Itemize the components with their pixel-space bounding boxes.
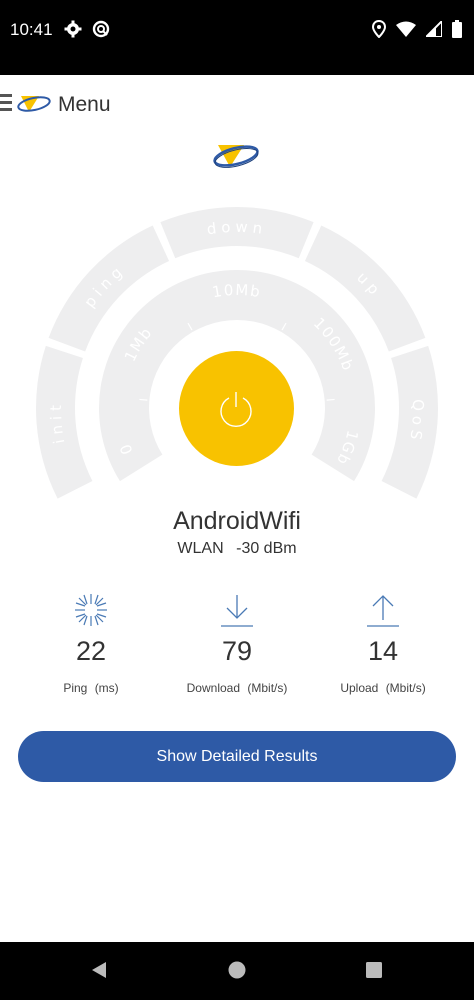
gauge-tick-3 <box>326 398 335 401</box>
app-logo-icon <box>17 96 51 112</box>
signal-icon <box>426 21 442 37</box>
ping-value: 22 <box>75 636 107 666</box>
app-header: Menu <box>0 75 474 135</box>
ping-label: Ping (ms) <box>11 681 171 695</box>
download-metric: 79 Download (Mbit/s) <box>157 590 317 695</box>
start-test-button[interactable] <box>179 351 294 466</box>
location-icon <box>372 20 386 38</box>
ping-burst-icon <box>75 594 107 626</box>
sync-icon <box>92 20 110 38</box>
upload-unit: (Mbit/s) <box>385 681 426 695</box>
upload-metric: 14 Upload (Mbit/s) <box>303 590 463 695</box>
menu-label[interactable]: Menu <box>58 93 111 117</box>
upload-label-text: Upload <box>340 681 379 695</box>
gear-icon <box>64 20 82 38</box>
download-unit: (Mbit/s) <box>247 681 288 695</box>
wifi-icon <box>396 21 416 37</box>
download-label-text: Download <box>186 681 241 695</box>
brand-logo-icon <box>213 145 259 168</box>
upload-arrow-icon <box>367 595 399 627</box>
hamburger-menu-icon[interactable] <box>0 94 12 112</box>
recents-icon[interactable] <box>364 960 384 980</box>
network-type: WLAN <box>177 540 224 557</box>
status-time: 10:41 <box>10 20 53 39</box>
gauge-tick-0 <box>139 398 148 401</box>
download-label: Download (Mbit/s) <box>157 681 317 695</box>
network-name: AndroidWifi <box>173 507 301 535</box>
upload-label: Upload (Mbit/s) <box>303 681 463 695</box>
upload-value: 14 <box>367 636 399 666</box>
ping-label-text: Ping <box>63 681 88 695</box>
show-detailed-results-button[interactable]: Show Detailed Results <box>18 731 456 782</box>
gauge-inner-label-2: 10Mb <box>211 280 263 301</box>
navigation-bar <box>0 942 474 1000</box>
ping-unit: (ms) <box>94 681 119 695</box>
download-value: 79 <box>221 636 253 666</box>
network-info: WLAN -30 dBm <box>0 540 474 558</box>
gauge-outer-label-down: down <box>206 217 269 238</box>
network-signal: -30 dBm <box>236 540 297 557</box>
home-icon[interactable] <box>227 960 247 980</box>
ping-metric: 22 Ping (ms) <box>11 590 171 695</box>
battery-icon <box>452 20 462 38</box>
download-arrow-icon <box>221 595 253 627</box>
power-icon <box>220 392 252 427</box>
back-icon[interactable] <box>89 960 109 980</box>
status-bar: 10:41 <box>0 0 474 75</box>
